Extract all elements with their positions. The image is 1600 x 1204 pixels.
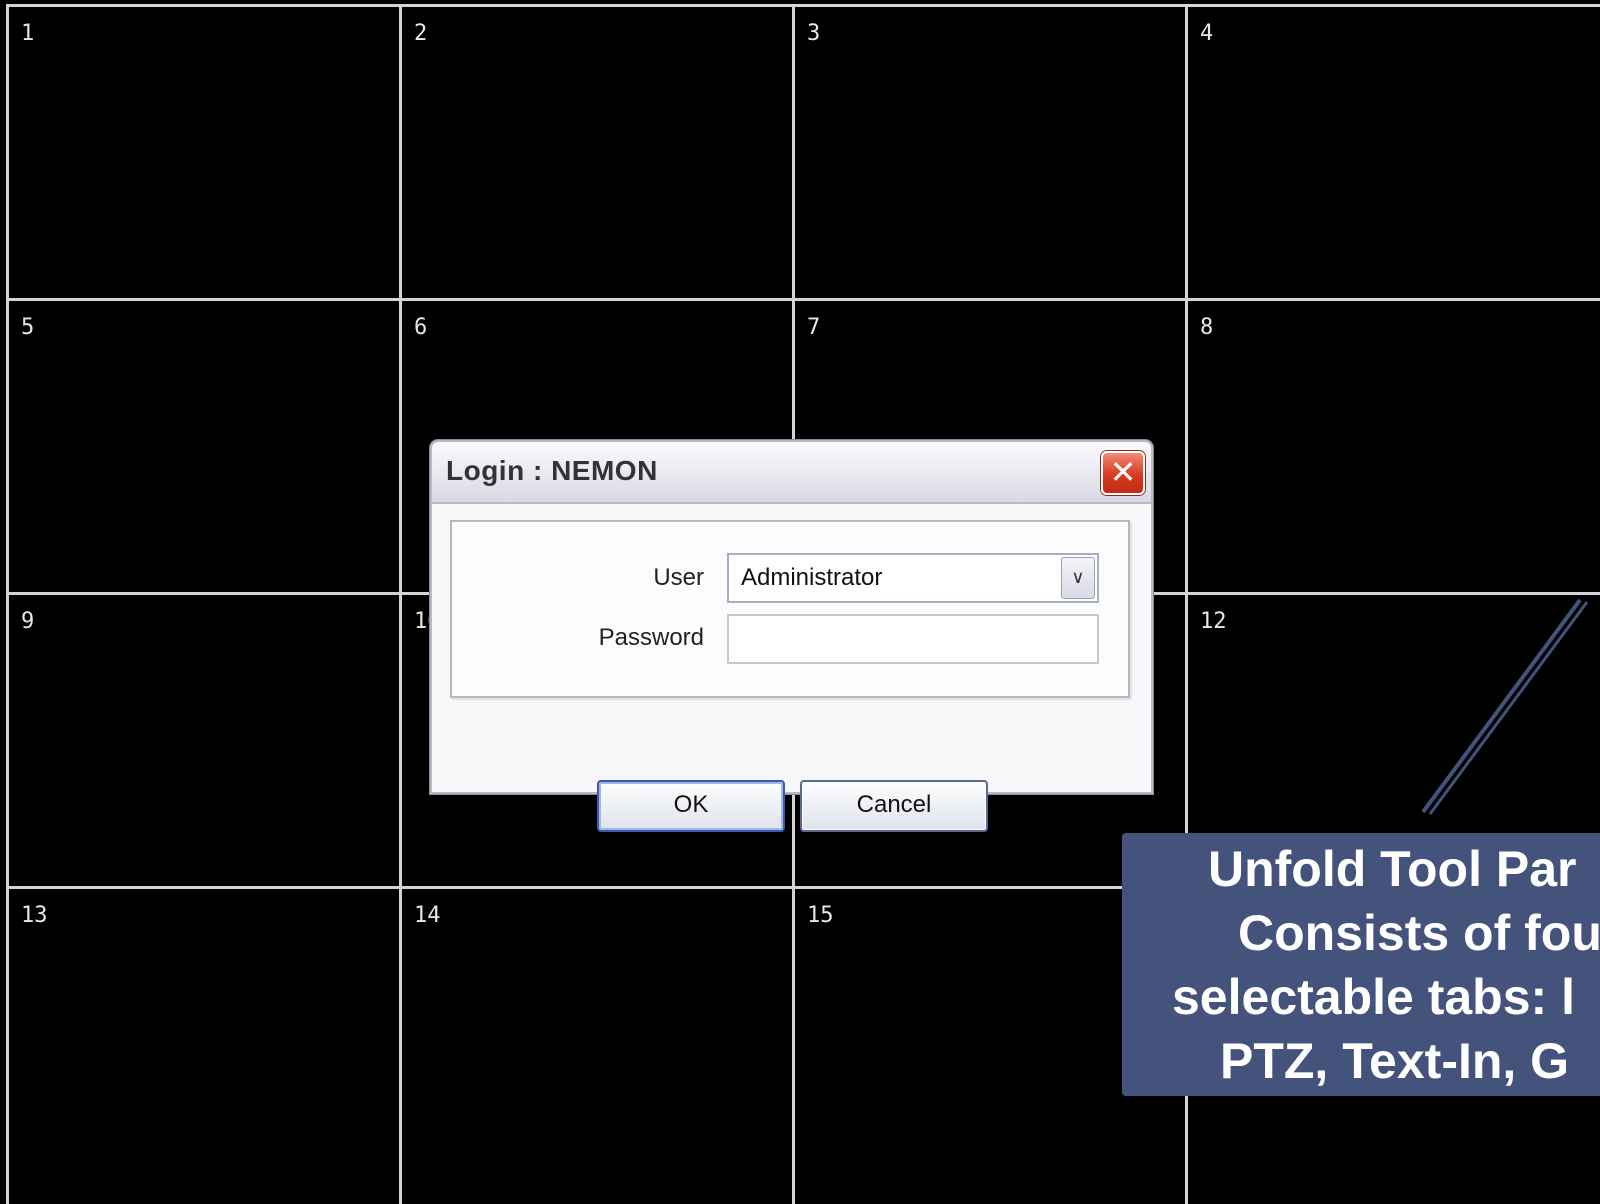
cell-number: 3 xyxy=(807,21,821,46)
cell-number: 5 xyxy=(21,315,35,340)
password-label: Password xyxy=(598,624,704,651)
cell-number: 9 xyxy=(21,609,35,634)
video-cell-9[interactable]: 9 xyxy=(6,592,399,886)
cell-number: 2 xyxy=(414,21,428,46)
ok-button[interactable]: OK xyxy=(597,780,785,832)
cancel-button[interactable]: Cancel xyxy=(800,780,988,832)
dropdown-button[interactable]: ∨ xyxy=(1061,557,1095,599)
user-select-value: Administrator xyxy=(741,564,883,591)
cell-number: 6 xyxy=(414,315,428,340)
video-cell-8[interactable]: 8 xyxy=(1185,298,1600,592)
close-button[interactable]: ✕ xyxy=(1101,451,1145,495)
password-field[interactable] xyxy=(727,614,1099,664)
cell-number: 12 xyxy=(1200,609,1227,634)
video-cell-2[interactable]: 2 xyxy=(399,4,792,298)
close-icon: ✕ xyxy=(1109,453,1137,491)
dialog-titlebar[interactable]: Login : NEMON ✕ xyxy=(432,442,1151,504)
callout-text-line: Unfold Tool Par xyxy=(1208,841,1577,897)
dialog-body: User Administrator ∨ Password OK Cancel xyxy=(432,504,1151,832)
dialog-title: Login : NEMON xyxy=(446,455,658,486)
cell-number: 14 xyxy=(414,903,441,928)
video-cell-5[interactable]: 5 xyxy=(6,298,399,592)
login-dialog: Login : NEMON ✕ User Administrator ∨ Pas… xyxy=(430,440,1153,832)
cell-number: 13 xyxy=(21,903,48,928)
cell-number: 4 xyxy=(1200,21,1214,46)
chevron-down-icon: ∨ xyxy=(1071,567,1085,588)
cell-number: 15 xyxy=(807,903,834,928)
user-label: User xyxy=(653,564,704,591)
video-cell-3[interactable]: 3 xyxy=(792,4,1185,298)
callout-text-line: selectable tabs: l xyxy=(1172,969,1575,1025)
callout-text-line: Consists of fou xyxy=(1238,905,1600,961)
video-cell-4[interactable]: 4 xyxy=(1185,4,1600,298)
video-cell-13[interactable]: 13 xyxy=(6,886,399,1204)
annotation-callout: Unfold Tool Par Consists of fou selectab… xyxy=(1122,833,1600,1096)
cell-number: 1 xyxy=(21,21,35,46)
callout-text-line: PTZ, Text-In, G xyxy=(1220,1033,1570,1089)
cell-number: 7 xyxy=(807,315,821,340)
cell-number: 8 xyxy=(1200,315,1214,340)
user-select[interactable]: Administrator ∨ xyxy=(727,553,1099,603)
login-form-panel: User Administrator ∨ Password xyxy=(450,520,1130,698)
video-cell-1[interactable]: 1 xyxy=(6,4,399,298)
video-cell-14[interactable]: 14 xyxy=(399,886,792,1204)
